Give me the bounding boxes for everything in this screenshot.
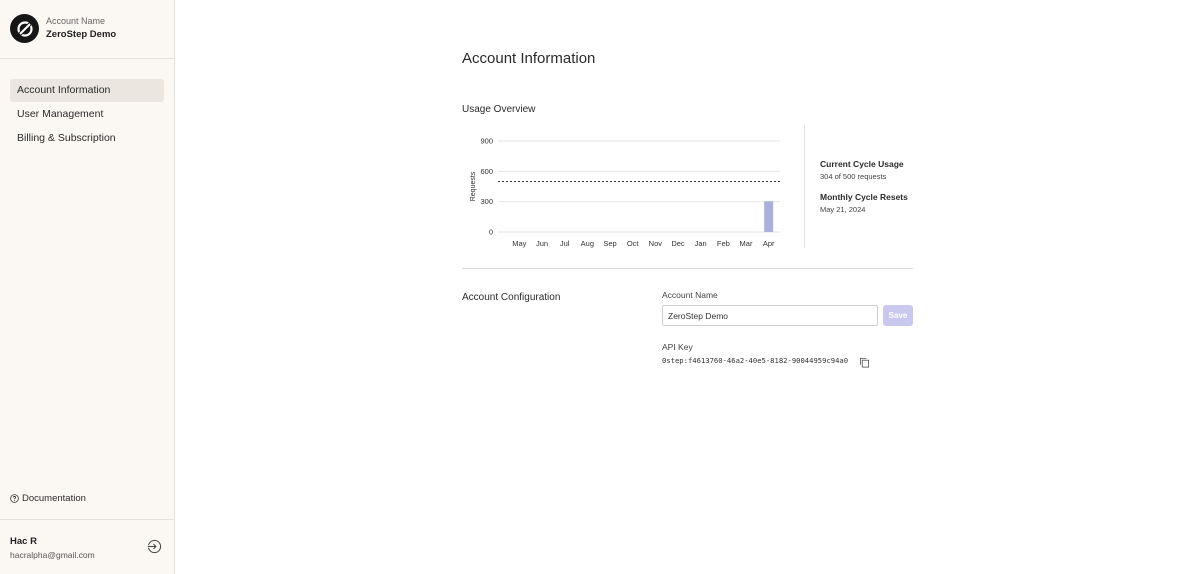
chart-divider	[804, 125, 805, 248]
x-tick-label: Feb	[717, 239, 730, 248]
y-tick-label: 300	[480, 197, 493, 206]
copy-icon[interactable]	[859, 355, 870, 373]
y-tick-label: 0	[489, 228, 493, 237]
account-label: Account Name	[46, 16, 106, 26]
sidebar-item-account-information[interactable]: Account Information	[10, 79, 164, 102]
y-tick-label: 900	[480, 137, 493, 146]
save-button[interactable]: Save	[883, 305, 913, 326]
sidebar-nav: Account Information User Management Bill…	[10, 79, 164, 151]
usage-bar	[764, 201, 774, 232]
monthly-cycle-resets-value: May 21, 2024	[820, 205, 866, 214]
y-axis-label: Requests	[470, 171, 477, 201]
help-circle-icon	[10, 494, 19, 503]
sidebar-divider-bottom	[0, 519, 174, 520]
logout-icon[interactable]	[147, 539, 162, 559]
account-name-field-label: Account Name	[662, 290, 718, 300]
x-tick-label: Aug	[581, 239, 594, 248]
current-cycle-usage-value: 304 of 500 requests	[820, 172, 887, 181]
monthly-cycle-resets-label: Monthly Cycle Resets	[820, 192, 908, 202]
x-tick-label: Sep	[603, 239, 616, 248]
page-title: Account Information	[462, 50, 596, 67]
documentation-link[interactable]: Documentation	[10, 493, 86, 504]
section-divider	[462, 268, 913, 269]
current-cycle-usage-label: Current Cycle Usage	[820, 159, 904, 169]
x-tick-label: Jun	[536, 239, 548, 248]
documentation-label: Documentation	[22, 493, 86, 504]
account-name-input[interactable]	[662, 305, 878, 326]
api-key-label: API Key	[662, 342, 693, 352]
account-name: ZeroStep Demo	[46, 29, 117, 40]
zerostep-logo-icon	[10, 14, 39, 43]
x-tick-label: Jul	[560, 239, 570, 248]
sidebar-item-user-management[interactable]: User Management	[10, 103, 164, 126]
sidebar-item-billing-subscription[interactable]: Billing & Subscription	[10, 127, 164, 150]
user-name: Hac R	[10, 536, 37, 547]
user-email: hacralpha@gmail.com	[10, 550, 95, 560]
account-switcher[interactable]: Account Name ZeroStep Demo	[10, 14, 116, 43]
sidebar-divider	[0, 58, 174, 59]
user-profile: Hac R hacralpha@gmail.com	[10, 535, 95, 562]
usage-overview-title: Usage Overview	[462, 104, 536, 115]
x-tick-label: May	[512, 239, 526, 248]
x-tick-label: Dec	[671, 239, 685, 248]
x-tick-label: Mar	[740, 239, 753, 248]
x-tick-label: Nov	[649, 239, 663, 248]
x-tick-label: Jan	[695, 239, 707, 248]
usage-chart: 0 300 600 900 Requests May Jun Jul Aug Sep Oct Nov D…	[470, 137, 780, 248]
x-tick-label: Oct	[627, 239, 640, 248]
sidebar: Account Name ZeroStep Demo Account Infor…	[0, 0, 175, 574]
y-tick-label: 600	[480, 167, 493, 176]
api-key-value: 0step:f4613760-46a2-40e5-8182-90044959c9…	[662, 356, 849, 365]
x-tick-label: Apr	[763, 239, 775, 248]
account-configuration-title: Account Configuration	[462, 292, 561, 303]
